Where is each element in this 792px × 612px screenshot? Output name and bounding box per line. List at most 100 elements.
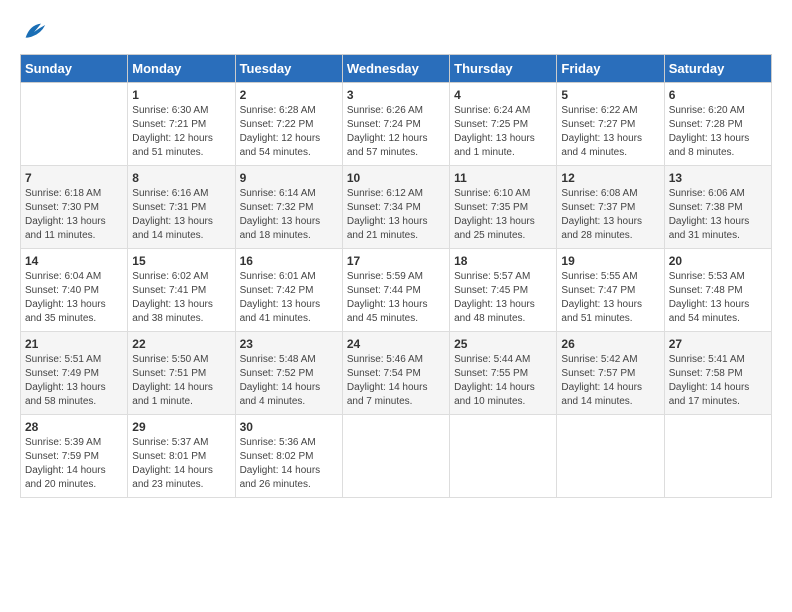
- day-number: 15: [132, 254, 230, 268]
- calendar-cell: [342, 415, 449, 498]
- cell-content: Sunrise: 5:53 AM Sunset: 7:48 PM Dayligh…: [669, 270, 767, 326]
- calendar-cell: 11 Sunrise: 6:10 AM Sunset: 7:35 PM Dayli…: [450, 166, 557, 249]
- calendar-header-monday: Monday: [128, 55, 235, 83]
- cell-content: Sunrise: 5:55 AM Sunset: 7:47 PM Dayligh…: [561, 270, 659, 326]
- calendar-cell: 18 Sunrise: 5:57 AM Sunset: 7:45 PM Dayli…: [450, 249, 557, 332]
- calendar-cell: [450, 415, 557, 498]
- calendar-cell: 12Sunrise: 6:08 AM Sunset: 7:37 PM Dayli…: [557, 166, 664, 249]
- day-number: 14: [25, 254, 123, 268]
- calendar-header-tuesday: Tuesday: [235, 55, 342, 83]
- cell-content: Sunrise: 5:37 AM Sunset: 8:01 PM Dayligh…: [132, 436, 230, 492]
- calendar-week-row: 7 Sunrise: 6:18 AM Sunset: 7:30 PM Daylig…: [21, 166, 772, 249]
- day-number: 9: [240, 171, 338, 185]
- calendar-cell: 1 Sunrise: 6:30 AM Sunset: 7:21 PM Daylig…: [128, 83, 235, 166]
- calendar-week-row: 21 Sunrise: 5:51 AM Sunset: 7:49 PM Dayli…: [21, 332, 772, 415]
- cell-content: Sunrise: 5:36 AM Sunset: 8:02 PM Dayligh…: [240, 436, 338, 492]
- cell-content: Sunrise: 6:08 AM Sunset: 7:37 PM Dayligh…: [561, 187, 659, 243]
- calendar-cell: 21 Sunrise: 5:51 AM Sunset: 7:49 PM Dayli…: [21, 332, 128, 415]
- day-number: 24: [347, 337, 445, 351]
- calendar-cell: 6 Sunrise: 6:20 AM Sunset: 7:28 PM Daylig…: [664, 83, 771, 166]
- calendar-cell: 7 Sunrise: 6:18 AM Sunset: 7:30 PM Daylig…: [21, 166, 128, 249]
- calendar-cell: 8 Sunrise: 6:16 AM Sunset: 7:31 PM Daylig…: [128, 166, 235, 249]
- cell-content: Sunrise: 6:26 AM Sunset: 7:24 PM Dayligh…: [347, 104, 445, 160]
- cell-content: Sunrise: 5:50 AM Sunset: 7:51 PM Dayligh…: [132, 353, 230, 409]
- day-number: 27: [669, 337, 767, 351]
- day-number: 21: [25, 337, 123, 351]
- cell-content: Sunrise: 6:14 AM Sunset: 7:32 PM Dayligh…: [240, 187, 338, 243]
- day-number: 2: [240, 88, 338, 102]
- calendar-cell: 17 Sunrise: 5:59 AM Sunset: 7:44 PM Dayli…: [342, 249, 449, 332]
- cell-content: Sunrise: 6:02 AM Sunset: 7:41 PM Dayligh…: [132, 270, 230, 326]
- calendar-week-row: 1 Sunrise: 6:30 AM Sunset: 7:21 PM Daylig…: [21, 83, 772, 166]
- calendar-week-row: 14Sunrise: 6:04 AM Sunset: 7:40 PM Dayli…: [21, 249, 772, 332]
- cell-content: Sunrise: 6:10 AM Sunset: 7:35 PM Dayligh…: [454, 187, 552, 243]
- calendar-header-wednesday: Wednesday: [342, 55, 449, 83]
- calendar-cell: 24 Sunrise: 5:46 AM Sunset: 7:54 PM Dayli…: [342, 332, 449, 415]
- cell-content: Sunrise: 6:12 AM Sunset: 7:34 PM Dayligh…: [347, 187, 445, 243]
- calendar-header-friday: Friday: [557, 55, 664, 83]
- day-number: 22: [132, 337, 230, 351]
- cell-content: Sunrise: 5:57 AM Sunset: 7:45 PM Dayligh…: [454, 270, 552, 326]
- cell-content: Sunrise: 6:18 AM Sunset: 7:30 PM Dayligh…: [25, 187, 123, 243]
- day-number: 28: [25, 420, 123, 434]
- calendar-header-row: SundayMondayTuesdayWednesdayThursdayFrid…: [21, 55, 772, 83]
- day-number: 23: [240, 337, 338, 351]
- calendar-week-row: 28 Sunrise: 5:39 AM Sunset: 7:59 PM Dayli…: [21, 415, 772, 498]
- cell-content: Sunrise: 5:44 AM Sunset: 7:55 PM Dayligh…: [454, 353, 552, 409]
- calendar-cell: 2 Sunrise: 6:28 AM Sunset: 7:22 PM Daylig…: [235, 83, 342, 166]
- day-number: 17: [347, 254, 445, 268]
- calendar-cell: 27 Sunrise: 5:41 AM Sunset: 7:58 PM Dayli…: [664, 332, 771, 415]
- cell-content: Sunrise: 5:48 AM Sunset: 7:52 PM Dayligh…: [240, 353, 338, 409]
- cell-content: Sunrise: 6:28 AM Sunset: 7:22 PM Dayligh…: [240, 104, 338, 160]
- calendar-cell: 5Sunrise: 6:22 AM Sunset: 7:27 PM Daylig…: [557, 83, 664, 166]
- calendar-cell: 28 Sunrise: 5:39 AM Sunset: 7:59 PM Dayli…: [21, 415, 128, 498]
- calendar-cell: 19 Sunrise: 5:55 AM Sunset: 7:47 PM Dayli…: [557, 249, 664, 332]
- calendar-header-saturday: Saturday: [664, 55, 771, 83]
- calendar-cell: 10 Sunrise: 6:12 AM Sunset: 7:34 PM Dayli…: [342, 166, 449, 249]
- cell-content: Sunrise: 6:16 AM Sunset: 7:31 PM Dayligh…: [132, 187, 230, 243]
- day-number: 13: [669, 171, 767, 185]
- header: [20, 18, 772, 46]
- cell-content: Sunrise: 5:41 AM Sunset: 7:58 PM Dayligh…: [669, 353, 767, 409]
- day-number: 7: [25, 171, 123, 185]
- calendar-cell: 14Sunrise: 6:04 AM Sunset: 7:40 PM Dayli…: [21, 249, 128, 332]
- logo-bird-icon: [20, 18, 48, 46]
- cell-content: Sunrise: 5:46 AM Sunset: 7:54 PM Dayligh…: [347, 353, 445, 409]
- calendar-cell: [21, 83, 128, 166]
- calendar-cell: 30 Sunrise: 5:36 AM Sunset: 8:02 PM Dayli…: [235, 415, 342, 498]
- cell-content: Sunrise: 5:39 AM Sunset: 7:59 PM Dayligh…: [25, 436, 123, 492]
- calendar-cell: [664, 415, 771, 498]
- cell-content: Sunrise: 5:42 AM Sunset: 7:57 PM Dayligh…: [561, 353, 659, 409]
- day-number: 19: [561, 254, 659, 268]
- day-number: 3: [347, 88, 445, 102]
- day-number: 11: [454, 171, 552, 185]
- calendar-cell: 16Sunrise: 6:01 AM Sunset: 7:42 PM Dayli…: [235, 249, 342, 332]
- day-number: 4: [454, 88, 552, 102]
- cell-content: Sunrise: 5:59 AM Sunset: 7:44 PM Dayligh…: [347, 270, 445, 326]
- cell-content: Sunrise: 6:01 AM Sunset: 7:42 PM Dayligh…: [240, 270, 338, 326]
- calendar-cell: 3 Sunrise: 6:26 AM Sunset: 7:24 PM Daylig…: [342, 83, 449, 166]
- calendar-cell: [557, 415, 664, 498]
- day-number: 6: [669, 88, 767, 102]
- day-number: 25: [454, 337, 552, 351]
- logo: [20, 18, 52, 46]
- page-container: SundayMondayTuesdayWednesdayThursdayFrid…: [0, 0, 792, 508]
- day-number: 30: [240, 420, 338, 434]
- calendar-cell: 22 Sunrise: 5:50 AM Sunset: 7:51 PM Dayli…: [128, 332, 235, 415]
- cell-content: Sunrise: 5:51 AM Sunset: 7:49 PM Dayligh…: [25, 353, 123, 409]
- day-number: 1: [132, 88, 230, 102]
- cell-content: Sunrise: 6:22 AM Sunset: 7:27 PM Dayligh…: [561, 104, 659, 160]
- calendar-cell: 13Sunrise: 6:06 AM Sunset: 7:38 PM Dayli…: [664, 166, 771, 249]
- cell-content: Sunrise: 6:30 AM Sunset: 7:21 PM Dayligh…: [132, 104, 230, 160]
- calendar-cell: 4 Sunrise: 6:24 AM Sunset: 7:25 PM Daylig…: [450, 83, 557, 166]
- calendar-cell: 15 Sunrise: 6:02 AM Sunset: 7:41 PM Dayli…: [128, 249, 235, 332]
- cell-content: Sunrise: 6:20 AM Sunset: 7:28 PM Dayligh…: [669, 104, 767, 160]
- day-number: 10: [347, 171, 445, 185]
- calendar-cell: 20Sunrise: 5:53 AM Sunset: 7:48 PM Dayli…: [664, 249, 771, 332]
- day-number: 8: [132, 171, 230, 185]
- cell-content: Sunrise: 6:24 AM Sunset: 7:25 PM Dayligh…: [454, 104, 552, 160]
- calendar-cell: 25 Sunrise: 5:44 AM Sunset: 7:55 PM Dayli…: [450, 332, 557, 415]
- day-number: 26: [561, 337, 659, 351]
- calendar-header-sunday: Sunday: [21, 55, 128, 83]
- day-number: 18: [454, 254, 552, 268]
